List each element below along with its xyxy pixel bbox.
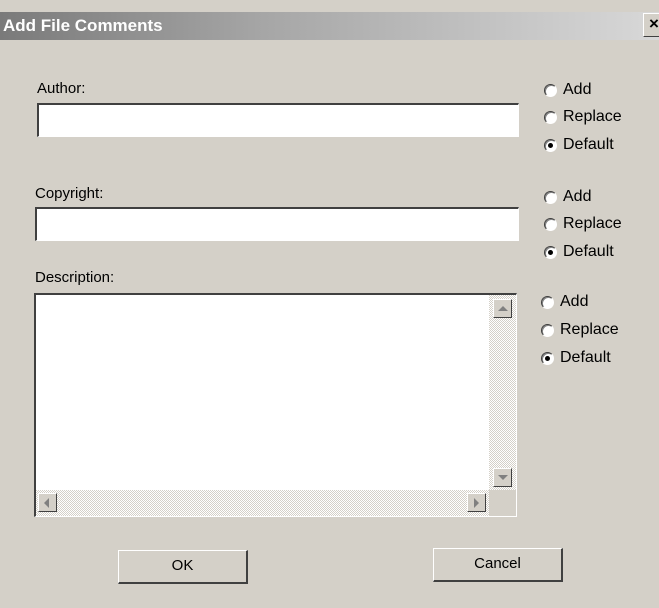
radio-label: Default xyxy=(563,243,614,260)
radio-circle xyxy=(541,296,554,309)
radio-circle xyxy=(544,191,557,204)
window-title: Add File Comments xyxy=(3,16,163,35)
radio-label: Default xyxy=(563,136,614,153)
copyright-input[interactable] xyxy=(35,207,519,241)
scroll-down-icon xyxy=(498,475,508,480)
radio-label: Replace xyxy=(563,215,622,232)
scroll-up-icon xyxy=(498,306,508,311)
vertical-scrollbar[interactable] xyxy=(489,295,516,490)
radio-label: Replace xyxy=(560,321,619,338)
scroll-up-button[interactable] xyxy=(493,299,512,318)
radio-label: Add xyxy=(563,188,592,205)
radio-selected-dot xyxy=(545,356,550,361)
radio-label: Add xyxy=(560,293,589,310)
radio-circle xyxy=(544,139,557,152)
radio-label: Add xyxy=(563,81,592,98)
author-input[interactable] xyxy=(37,103,519,137)
title-bar: Add File Comments × xyxy=(0,12,659,40)
radio-selected-dot xyxy=(548,250,553,255)
radio-circle xyxy=(544,111,557,124)
horizontal-scrollbar[interactable] xyxy=(36,490,489,516)
description-textarea[interactable] xyxy=(34,293,517,517)
radio-label: Default xyxy=(560,349,611,366)
radio-circle xyxy=(541,352,554,365)
add-file-comments-dialog: Add File Comments × Author: Add Replace … xyxy=(0,0,659,608)
copyright-label: Copyright: xyxy=(35,185,104,202)
scrollbar-corner xyxy=(489,490,516,516)
scroll-down-button[interactable] xyxy=(493,468,512,487)
radio-label: Replace xyxy=(563,108,622,125)
radio-circle xyxy=(544,218,557,231)
description-label: Description: xyxy=(35,269,115,286)
radio-selected-dot xyxy=(548,143,553,148)
scroll-left-icon xyxy=(44,498,49,508)
cancel-button[interactable]: Cancel xyxy=(433,548,563,582)
close-button[interactable]: × xyxy=(643,13,659,37)
radio-circle xyxy=(544,84,557,97)
scroll-left-button[interactable] xyxy=(38,493,57,512)
radio-circle xyxy=(541,324,554,337)
ok-button[interactable]: OK xyxy=(118,550,248,584)
radio-circle xyxy=(544,246,557,259)
author-label: Author: xyxy=(37,80,86,97)
scroll-right-icon xyxy=(474,498,479,508)
scroll-right-button[interactable] xyxy=(467,493,486,512)
close-icon: × xyxy=(649,14,659,33)
